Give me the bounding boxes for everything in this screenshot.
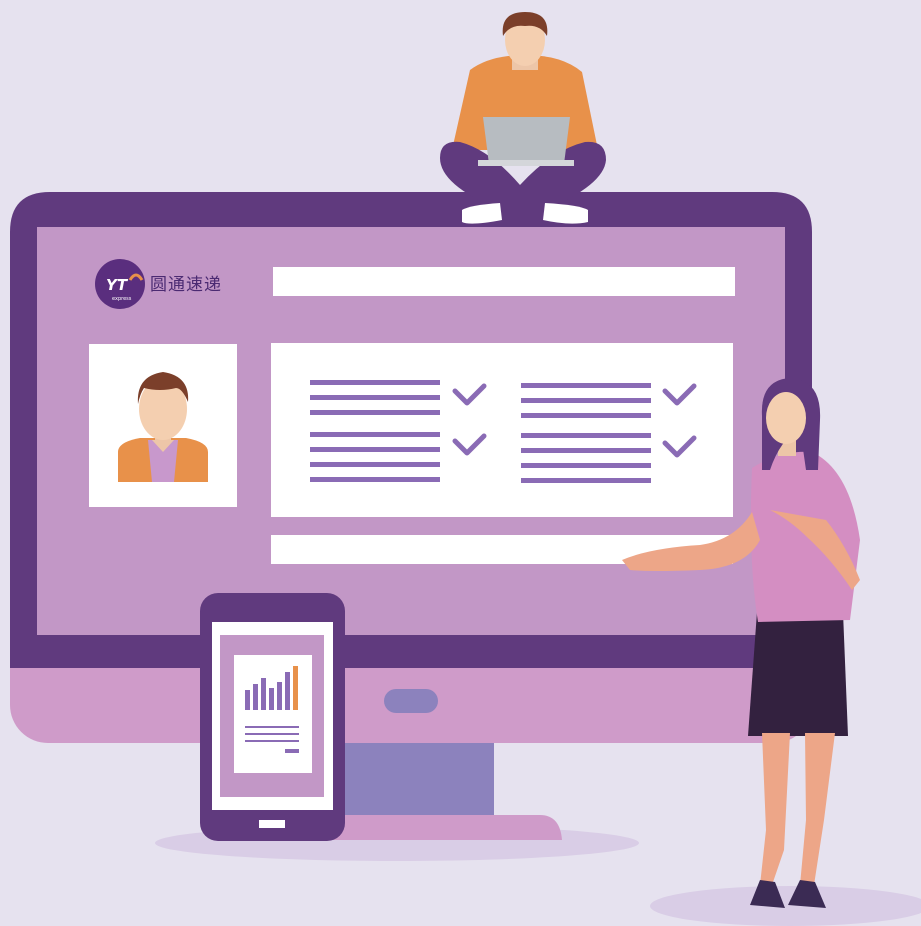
yto-logo-icon: YT express [95,259,145,309]
monitor-power-button[interactable] [384,689,438,713]
phone-chart-card [234,655,312,773]
brand-name: 圆通速递 [150,275,222,295]
svg-text:express: express [112,296,132,302]
search-bar[interactable] [273,267,735,296]
svg-text:YT: YT [106,276,129,294]
content-panel [271,343,733,517]
phone-home-button[interactable] [259,820,285,828]
floor-shadow-woman [650,886,921,926]
checklist-right [521,383,651,483]
illustration-canvas: YT express [10,12,921,926]
man-with-laptop [440,12,606,224]
